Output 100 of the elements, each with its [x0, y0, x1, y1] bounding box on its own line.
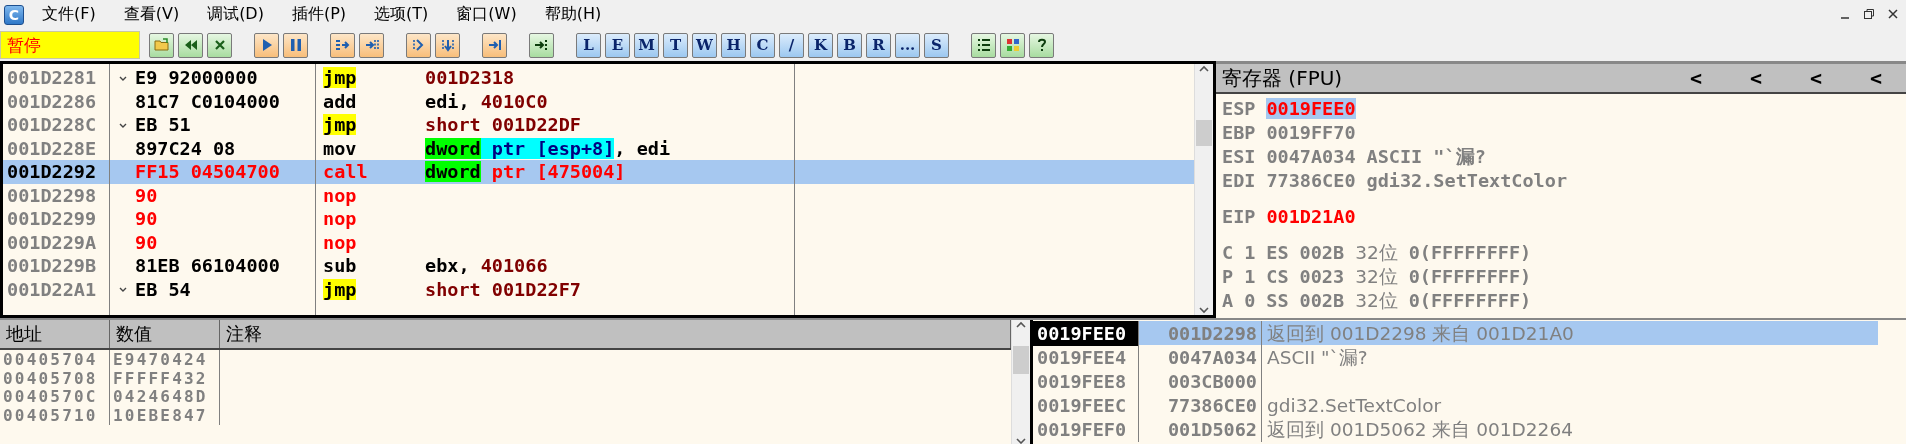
register-value[interactable]: 77386CE0	[1266, 169, 1356, 191]
restore-icon[interactable]	[1862, 7, 1876, 21]
list-icon	[975, 37, 992, 53]
list-button[interactable]	[971, 32, 996, 58]
trace-over-button[interactable]	[435, 32, 460, 58]
value-cell: 0047A034	[1139, 345, 1262, 370]
address-cell-text: 001D229A	[6, 230, 98, 254]
go-to-icon	[533, 37, 550, 53]
mnemonic-text: jmp	[323, 114, 357, 136]
menu-item[interactable]: 插件(P)	[283, 2, 359, 27]
window-button[interactable]: B	[837, 32, 862, 58]
step-over-button[interactable]	[359, 32, 384, 58]
register-value[interactable]: 0047A034	[1266, 145, 1356, 167]
address-cell-text: 001D2298	[6, 183, 98, 207]
register-value[interactable]: 0019FF70	[1266, 121, 1356, 143]
trace-into-button[interactable]	[406, 32, 431, 58]
flag-name: P	[1222, 265, 1234, 287]
scrollbar[interactable]	[1194, 64, 1213, 315]
address-cell: 0019FEE4	[1033, 345, 1139, 370]
value-cell: 001D2298	[1139, 321, 1262, 346]
window-button[interactable]: L	[576, 32, 601, 58]
panel-title: 寄存器 (FPU)	[1222, 64, 1344, 92]
menu-item[interactable]: 查看(V)	[115, 2, 192, 27]
window-button[interactable]: E	[605, 32, 630, 58]
flag-name: A	[1222, 289, 1234, 311]
segment-selector: 002B	[1299, 289, 1345, 311]
register-name: EIP	[1222, 205, 1256, 227]
segment-selector: 002B	[1299, 241, 1345, 263]
window-button[interactable]: M	[634, 32, 659, 58]
register-value[interactable]: 001D21A0	[1266, 205, 1356, 227]
register-name: ESI	[1222, 145, 1256, 167]
app-logo: C	[4, 4, 24, 25]
scroll-down-icon[interactable]	[1198, 305, 1210, 315]
address-cell: 0019FEEC	[1033, 393, 1139, 417]
menu-item[interactable]: 文件(F)	[34, 2, 108, 27]
operand-text: dword ptr [475004]	[425, 161, 626, 183]
step-into-button[interactable]	[330, 32, 355, 58]
address-cell: 0019FEE8	[1033, 369, 1139, 393]
restart-button[interactable]	[178, 32, 203, 58]
segment-bits: 32位	[1355, 264, 1398, 289]
scroll-up-icon[interactable]	[1015, 320, 1027, 330]
comment-text: ASCII "`漏?	[1267, 346, 1368, 370]
window-button[interactable]: T	[663, 32, 688, 58]
run-button[interactable]	[254, 32, 279, 58]
scrollbar[interactable]	[1011, 320, 1030, 444]
close-icon[interactable]	[1886, 7, 1900, 21]
address-cell-text: 001D229B	[6, 254, 98, 278]
window-button[interactable]: H	[721, 32, 746, 58]
segment-selector: 0023	[1299, 265, 1345, 287]
window-button[interactable]: C	[750, 32, 775, 58]
help-button[interactable]	[1029, 32, 1054, 58]
close-program-button[interactable]	[207, 32, 232, 58]
register-name: ESP	[1222, 97, 1256, 119]
status-indicator: 暂停	[0, 31, 140, 59]
trace-over-icon	[439, 37, 456, 53]
register-name: EDI	[1222, 169, 1256, 191]
mnemonic-text: sub	[323, 255, 358, 277]
scroll-down-icon[interactable]	[1015, 436, 1027, 444]
menu-item[interactable]: 选项(T)	[366, 2, 441, 27]
operand-text: short 001D22F7	[425, 278, 581, 300]
flag-value[interactable]: 1	[1244, 241, 1256, 263]
address-cell-text: 001D2281	[6, 66, 98, 90]
view-toggle[interactable]: <	[1786, 66, 1846, 90]
menu-item[interactable]: 窗口(W)	[448, 2, 529, 27]
window-button[interactable]: S	[924, 32, 949, 58]
window-button[interactable]: W	[692, 32, 717, 58]
address-cell-text: 001D2299	[6, 207, 98, 231]
window-button[interactable]: R	[866, 32, 891, 58]
address-cell-text: 001D2292	[6, 160, 98, 184]
flag-value[interactable]: 0	[1244, 289, 1256, 311]
scroll-up-icon[interactable]	[1198, 64, 1210, 74]
go-to-button[interactable]	[529, 32, 554, 58]
window-button[interactable]: /	[779, 32, 804, 58]
window-button[interactable]: ...	[895, 32, 920, 58]
operand-text: edi, 4010C0	[425, 90, 548, 112]
scroll-thumb[interactable]	[1196, 120, 1212, 146]
pause-button[interactable]	[283, 32, 308, 58]
bytes-cell: 897C24 08	[135, 137, 236, 159]
scroll-thumb[interactable]	[1013, 346, 1029, 374]
colors-button[interactable]	[1000, 32, 1025, 58]
flag-value[interactable]: 1	[1244, 265, 1256, 287]
bytes-cell: E9 92000000	[135, 67, 258, 89]
column-header[interactable]: 地址	[0, 320, 110, 348]
view-toggle[interactable]: <	[1666, 66, 1726, 90]
segment-bits: 32位	[1355, 240, 1398, 265]
open-button[interactable]	[149, 32, 174, 58]
address-cell: 0040570C	[0, 387, 110, 407]
window-button[interactable]: K	[808, 32, 833, 58]
mnemonic-text: nop	[323, 208, 358, 230]
view-toggle[interactable]: <	[1846, 66, 1906, 90]
value-cell: 10EBE847	[110, 406, 220, 426]
value-cell: 0424648D	[110, 387, 220, 407]
execute-till-return-button[interactable]	[482, 32, 507, 58]
segment-limit: 0(FFFFFFFF)	[1408, 265, 1532, 287]
menu-item[interactable]: 帮助(H)	[536, 2, 614, 27]
view-toggle[interactable]: <	[1726, 66, 1786, 90]
column-header[interactable]: 数值	[110, 320, 220, 348]
bytes-cell: EB 51	[135, 114, 191, 136]
menu-item[interactable]: 调试(D)	[199, 2, 276, 27]
operand-text: dword ptr [esp+8], edi	[425, 137, 671, 159]
